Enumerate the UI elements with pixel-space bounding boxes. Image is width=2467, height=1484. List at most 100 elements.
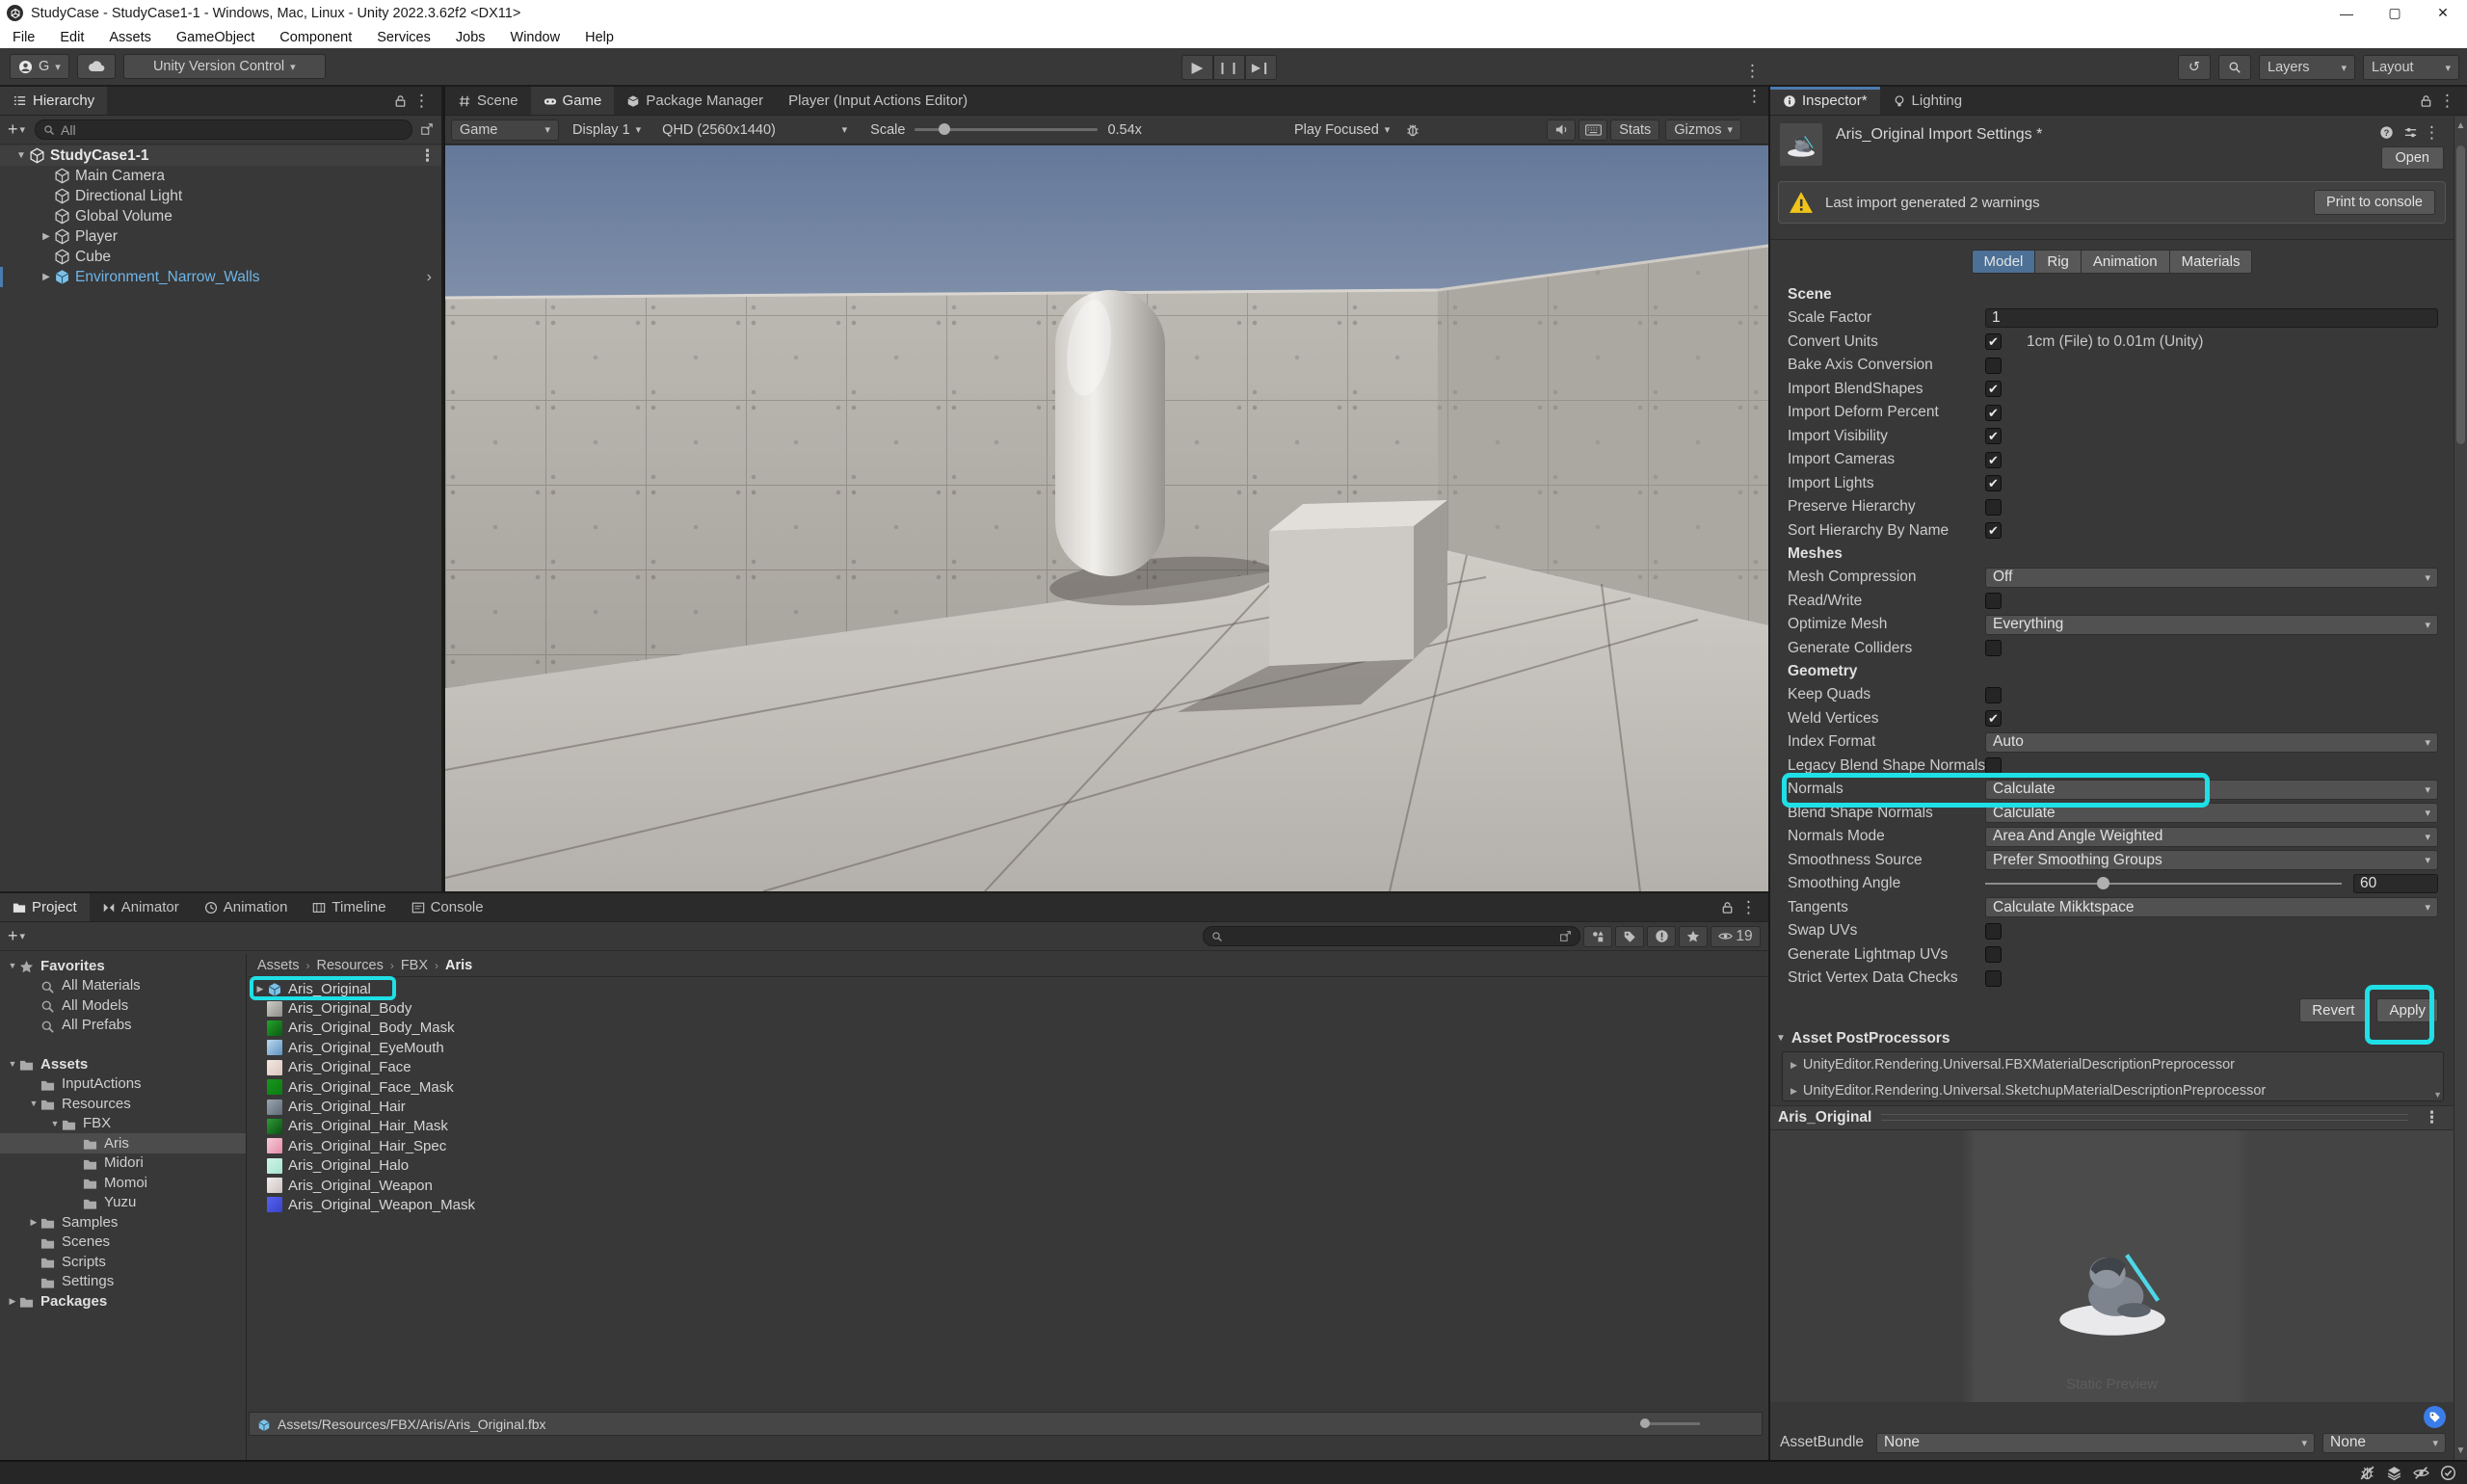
dropdown[interactable]: Auto▾ bbox=[1985, 732, 2438, 753]
tree-item-favorites[interactable]: ▼Favorites bbox=[0, 956, 246, 976]
slider-value-field[interactable]: 60 bbox=[2353, 874, 2438, 893]
menu-help[interactable]: Help bbox=[572, 30, 626, 45]
resolution-dropdown[interactable]: QHD (2560x1440)▾ bbox=[654, 119, 855, 141]
checkbox-checked[interactable]: ✔ bbox=[1985, 428, 2002, 444]
checkbox[interactable] bbox=[1985, 923, 2002, 940]
checkbox[interactable] bbox=[1985, 593, 2002, 609]
asset-aris_original_face_mask[interactable]: Aris_Original_Face_Mask bbox=[248, 1077, 1768, 1097]
favorites-filter-icon[interactable] bbox=[1679, 926, 1708, 947]
asset-aris_original_halo[interactable]: Aris_Original_Halo bbox=[248, 1156, 1768, 1176]
tree-item-packages[interactable]: ▶Packages bbox=[0, 1291, 246, 1312]
postprocessor-row[interactable]: ▶UnityEditor.Rendering.Universal.FBXMate… bbox=[1783, 1052, 2443, 1078]
asset-postprocessors-foldout[interactable]: ▼ Asset PostProcessors bbox=[1770, 1024, 2454, 1049]
chevron-down-icon[interactable]: ▾ bbox=[20, 123, 26, 136]
project-menu-button[interactable]: ⋮ bbox=[1735, 898, 1763, 917]
tab-animation[interactable]: Animation bbox=[192, 893, 301, 921]
account-dropdown[interactable]: G ▾ bbox=[10, 54, 69, 79]
create-asset-button[interactable]: + bbox=[8, 926, 18, 946]
presets-icon[interactable] bbox=[2403, 124, 2418, 142]
menu-services[interactable]: Services bbox=[364, 30, 443, 45]
menu-gameobject[interactable]: GameObject bbox=[164, 30, 267, 45]
checkbox[interactable] bbox=[1985, 499, 2002, 516]
revert-button[interactable]: Revert bbox=[2299, 998, 2367, 1022]
foldout-closed-icon[interactable]: ▶ bbox=[1791, 1060, 1797, 1071]
maximize-button[interactable]: ▢ bbox=[2371, 0, 2419, 26]
tab-console[interactable]: Console bbox=[399, 893, 496, 921]
tree-item-scripts[interactable]: Scripts bbox=[0, 1252, 246, 1272]
stats-button[interactable]: Stats bbox=[1610, 119, 1659, 141]
foldout-closed-icon[interactable]: ▶ bbox=[39, 231, 54, 242]
scrollbar-thumb[interactable] bbox=[2456, 146, 2465, 444]
foldout-closed-icon[interactable]: ▶ bbox=[1791, 1086, 1797, 1097]
tab-hierarchy[interactable]: Hierarchy bbox=[0, 87, 107, 115]
foldout-open-icon[interactable]: ▼ bbox=[27, 1099, 40, 1108]
asset-aris_original_body_mask[interactable]: Aris_Original_Body_Mask bbox=[248, 1019, 1768, 1038]
tree-item-inputactions[interactable]: InputActions bbox=[0, 1074, 246, 1095]
tab-scene[interactable]: Scene bbox=[445, 87, 531, 115]
visible-count-button[interactable]: 19 bbox=[1711, 926, 1761, 947]
game-mode-dropdown[interactable]: Game▾ bbox=[451, 119, 559, 141]
preview-area[interactable]: Static Preview bbox=[1770, 1130, 2454, 1403]
tree-item-fbx[interactable]: ▼FBX bbox=[0, 1114, 246, 1134]
chevron-down-icon[interactable]: ▾ bbox=[20, 930, 26, 942]
tab-package-manager[interactable]: Package Manager bbox=[614, 87, 776, 115]
open-button[interactable]: Open bbox=[2381, 146, 2444, 170]
status-visibility-icon[interactable] bbox=[2407, 1465, 2434, 1481]
gizmos-dropdown[interactable]: Gizmos▾ bbox=[1665, 119, 1741, 141]
mode-tab-rig[interactable]: Rig bbox=[2035, 250, 2082, 274]
foldout-open-icon[interactable]: ▼ bbox=[6, 961, 19, 970]
lock-icon[interactable] bbox=[1720, 899, 1735, 916]
checkbox[interactable] bbox=[1985, 358, 2002, 374]
help-icon[interactable] bbox=[2379, 124, 2394, 142]
keyboard-icon[interactable] bbox=[1578, 119, 1607, 141]
checkbox-checked[interactable]: ✔ bbox=[1985, 475, 2002, 491]
asset-aris_original_weapon[interactable]: Aris_Original_Weapon bbox=[248, 1176, 1768, 1195]
inspector-scrollbar[interactable]: ▲ ▼ bbox=[2454, 117, 2467, 1460]
expand-search-icon[interactable] bbox=[1559, 930, 1572, 942]
add-gameobject-button[interactable]: + bbox=[8, 119, 18, 140]
foldout-closed-icon[interactable]: ▶ bbox=[6, 1296, 19, 1307]
cloud-button[interactable] bbox=[77, 54, 116, 79]
play-focused-dropdown[interactable]: Play Focused▾ bbox=[1287, 119, 1397, 141]
inspector-menu-button[interactable]: ⋮ bbox=[2433, 92, 2461, 111]
tab-project[interactable]: Project bbox=[0, 893, 90, 921]
tree-item-all-models[interactable]: All Models bbox=[0, 995, 246, 1016]
hierarchy-item-main-camera[interactable]: Main Camera bbox=[0, 166, 441, 186]
scroll-up-icon[interactable]: ▲ bbox=[2454, 120, 2467, 131]
mode-tab-model[interactable]: Model bbox=[1972, 250, 2036, 274]
pause-button[interactable]: ❙❙ bbox=[1213, 55, 1245, 80]
display-dropdown[interactable]: Display 1▾ bbox=[565, 119, 649, 141]
dropdown[interactable]: Calculate▾ bbox=[1985, 780, 2438, 800]
preview-drag-handle[interactable] bbox=[1881, 1114, 2408, 1121]
dropdown[interactable]: Area And Angle Weighted▾ bbox=[1985, 827, 2438, 847]
close-button[interactable]: ✕ bbox=[2419, 0, 2467, 26]
tab-player-input-actions-editor-[interactable]: Player (Input Actions Editor) bbox=[776, 87, 980, 115]
hierarchy-item-directional-light[interactable]: Directional Light bbox=[0, 186, 441, 206]
game-viewport[interactable] bbox=[445, 146, 1768, 891]
menu-edit[interactable]: Edit bbox=[47, 30, 96, 45]
checkbox[interactable] bbox=[1985, 757, 2002, 774]
slider-track[interactable] bbox=[1985, 883, 2342, 885]
tab-lighting[interactable]: Lighting bbox=[1880, 87, 1976, 115]
tree-item-midori[interactable]: Midori bbox=[0, 1153, 246, 1174]
text-field[interactable]: 1 bbox=[1985, 308, 2438, 328]
print-to-console-button[interactable]: Print to console bbox=[2314, 190, 2435, 215]
scroll-down-icon[interactable]: ▼ bbox=[2454, 1445, 2467, 1456]
scroll-down-icon[interactable]: ▼ bbox=[2433, 1090, 2442, 1100]
prefab-open-arrow-icon[interactable]: › bbox=[427, 269, 432, 286]
dropdown[interactable]: Off▾ bbox=[1985, 568, 2438, 588]
game-tabs-menu-button[interactable]: ⋮ bbox=[1740, 87, 1768, 115]
expand-window-icon[interactable] bbox=[420, 121, 434, 139]
breadcrumb-aris[interactable]: Aris bbox=[445, 958, 472, 973]
debug-icon[interactable] bbox=[1405, 121, 1420, 137]
preview-header[interactable]: Aris_Original ⋮ bbox=[1770, 1105, 2454, 1130]
tab-game[interactable]: Game bbox=[531, 87, 615, 115]
play-button[interactable]: ▶ bbox=[1181, 55, 1213, 80]
asset-aris_original_body[interactable]: Aris_Original_Body bbox=[248, 998, 1768, 1018]
tab-inspector[interactable]: Inspector* bbox=[1770, 87, 1880, 115]
postprocessor-row[interactable]: ▶UnityEditor.Rendering.Universal.Sketchu… bbox=[1783, 1078, 2443, 1101]
thumbnail-size-knob[interactable] bbox=[1640, 1418, 1650, 1428]
assetbundle-dropdown[interactable]: None▾ bbox=[1876, 1433, 2315, 1453]
search-button[interactable] bbox=[2218, 55, 2251, 80]
mute-audio-icon[interactable] bbox=[1547, 119, 1576, 141]
